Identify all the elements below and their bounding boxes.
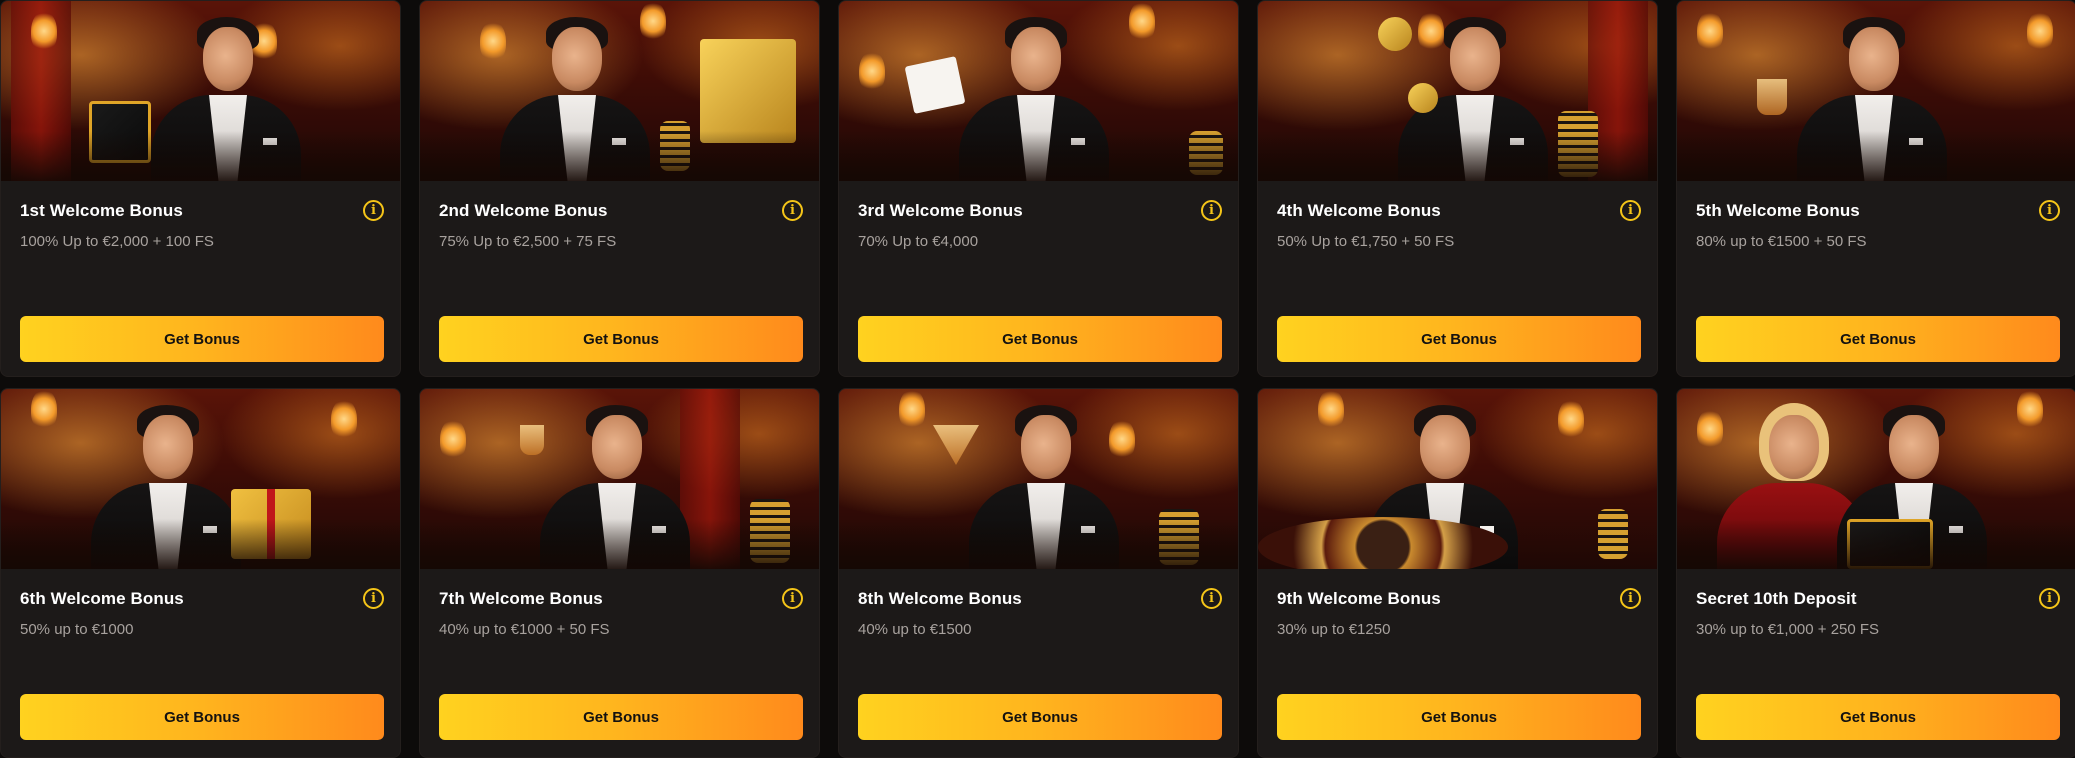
bonus-offer: 70% Up to €4,000: [858, 233, 979, 250]
lamp-decoration: [440, 419, 466, 459]
chip-stack-icon: [1598, 509, 1628, 559]
bonus-offer: 40% up to €1000 + 50 FS: [439, 621, 610, 638]
info-icon[interactable]: i: [2039, 200, 2060, 221]
whiskey-glass-icon: [1757, 79, 1787, 115]
get-bonus-button[interactable]: Get Bonus: [1696, 316, 2060, 362]
bonus-card-image: [1677, 389, 2075, 569]
get-bonus-button[interactable]: Get Bonus: [858, 694, 1222, 740]
get-bonus-button[interactable]: Get Bonus: [1277, 316, 1641, 362]
bonus-title: 6th Welcome Bonus: [20, 589, 184, 608]
bonus-offer: 80% up to €1500 + 50 FS: [1696, 233, 1867, 250]
glass-icon: [520, 425, 544, 455]
bonus-card-6: 6th Welcome Bonus i 50% up to €1000 Get …: [0, 388, 401, 758]
bonus-offer: 100% Up to €2,000 + 100 FS: [20, 233, 214, 250]
lamp-decoration: [331, 399, 357, 439]
bonus-card-image: [839, 389, 1238, 569]
bonus-card-5: 5th Welcome Bonus i 80% up to €1500 + 50…: [1676, 0, 2075, 377]
bonus-card-image: [420, 389, 819, 569]
bonus-card-1: 1st Welcome Bonus i 100% Up to €2,000 + …: [0, 0, 401, 377]
bonus-card-7: 7th Welcome Bonus i 40% up to €1000 + 50…: [419, 388, 820, 758]
lamp-decoration: [2027, 11, 2053, 51]
chandelier-decoration: [31, 11, 57, 51]
info-icon[interactable]: i: [1201, 588, 1222, 609]
bonus-offer: 30% up to €1250: [1277, 621, 1391, 638]
bonus-card-image: [839, 1, 1238, 181]
get-bonus-button[interactable]: Get Bonus: [20, 694, 384, 740]
info-icon[interactable]: i: [363, 588, 384, 609]
bonus-card-9: 9th Welcome Bonus i 30% up to €1250 Get …: [1257, 388, 1658, 758]
bonus-card-8: 8th Welcome Bonus i 40% up to €1500 Get …: [838, 388, 1239, 758]
get-bonus-button[interactable]: Get Bonus: [1277, 694, 1641, 740]
bonus-offer: 40% up to €1500: [858, 621, 972, 638]
lamp-decoration: [1697, 11, 1723, 51]
info-icon[interactable]: i: [1620, 200, 1641, 221]
coin-icon: [1408, 83, 1438, 113]
bonus-offer: 50% up to €1000: [20, 621, 134, 638]
lamp-decoration: [31, 389, 57, 429]
info-icon[interactable]: i: [1620, 588, 1641, 609]
bonus-title: 9th Welcome Bonus: [1277, 589, 1441, 608]
bonus-title: 7th Welcome Bonus: [439, 589, 603, 608]
get-bonus-button[interactable]: Get Bonus: [858, 316, 1222, 362]
bonus-grid: 1st Welcome Bonus i 100% Up to €2,000 + …: [0, 0, 2075, 758]
bonus-offer: 50% Up to €1,750 + 50 FS: [1277, 233, 1455, 250]
bonus-card-image: [1258, 389, 1657, 569]
get-bonus-button[interactable]: Get Bonus: [1696, 694, 2060, 740]
bonus-card-image: [420, 1, 819, 181]
roulette-wheel-icon: [1258, 517, 1508, 569]
info-icon[interactable]: i: [782, 200, 803, 221]
bonus-card-image: [1677, 1, 2075, 181]
chandelier-decoration: [1129, 1, 1155, 41]
bonus-card-image: [1, 1, 400, 181]
bonus-title: 2nd Welcome Bonus: [439, 201, 608, 220]
lamp-decoration: [1558, 399, 1584, 439]
bonus-title: 3rd Welcome Bonus: [858, 201, 1023, 220]
bonus-card-3: 3rd Welcome Bonus i 70% Up to €4,000 Get…: [838, 0, 1239, 377]
bonus-card-2: 2nd Welcome Bonus i 75% Up to €2,500 + 7…: [419, 0, 820, 377]
info-icon[interactable]: i: [1201, 200, 1222, 221]
info-icon[interactable]: i: [363, 200, 384, 221]
bonus-card-10: Secret 10th Deposit i 30% up to €1,000 +…: [1676, 388, 2075, 758]
bonus-card-4: 4th Welcome Bonus i 50% Up to €1,750 + 5…: [1257, 0, 1658, 377]
get-bonus-button[interactable]: Get Bonus: [20, 316, 384, 362]
get-bonus-button[interactable]: Get Bonus: [439, 316, 803, 362]
bonus-title: Secret 10th Deposit: [1696, 589, 1857, 608]
chandelier-decoration: [899, 389, 925, 429]
coin-icon: [1378, 17, 1412, 51]
chandelier-decoration: [1318, 389, 1344, 429]
bonus-card-image: [1, 389, 400, 569]
bonus-card-image: [1258, 1, 1657, 181]
bonus-title: 4th Welcome Bonus: [1277, 201, 1441, 220]
info-icon[interactable]: i: [782, 588, 803, 609]
bonus-title: 5th Welcome Bonus: [1696, 201, 1860, 220]
bonus-title: 8th Welcome Bonus: [858, 589, 1022, 608]
bonus-title: 1st Welcome Bonus: [20, 201, 183, 220]
get-bonus-button[interactable]: Get Bonus: [439, 694, 803, 740]
info-icon[interactable]: i: [2039, 588, 2060, 609]
bonus-offer: 75% Up to €2,500 + 75 FS: [439, 233, 617, 250]
lamp-decoration: [859, 51, 885, 91]
safe-icon: [700, 39, 796, 143]
lamp-decoration: [2017, 389, 2043, 429]
bonus-offer: 30% up to €1,000 + 250 FS: [1696, 621, 1880, 638]
